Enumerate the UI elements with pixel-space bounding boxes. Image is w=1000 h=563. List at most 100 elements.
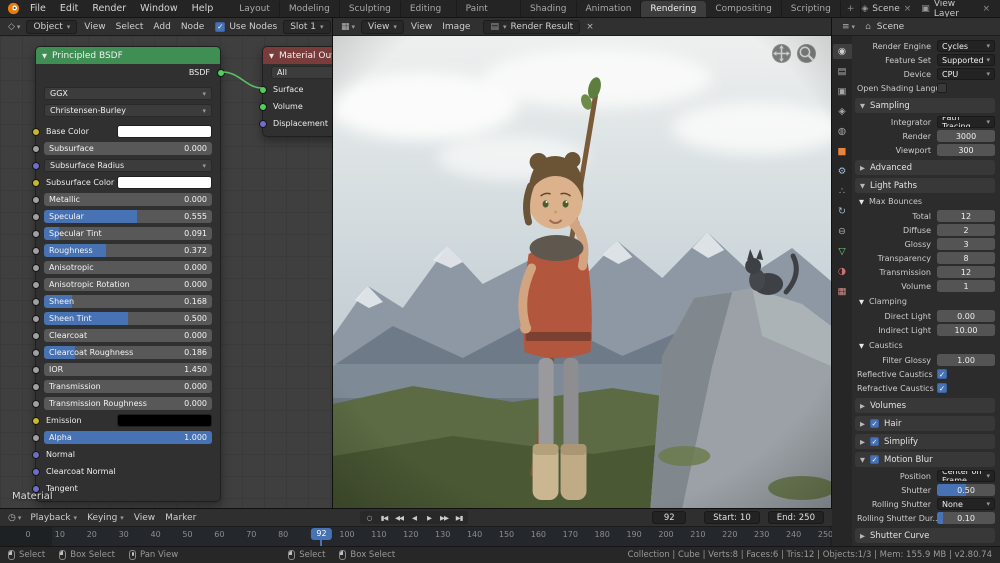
- playback-jump-to-end-button[interactable]: ▶▮: [452, 511, 466, 524]
- unlink-view-layer-button[interactable]: ×: [982, 4, 990, 14]
- workspace-tab-sculpting[interactable]: Sculpting: [340, 1, 401, 18]
- properties-tab-view-layer-icon[interactable]: ▣: [833, 84, 852, 99]
- specular-field[interactable]: Specular0.555: [44, 210, 212, 223]
- indirect-light-field[interactable]: 10.00: [937, 324, 995, 336]
- workspace-tab-uv-editing[interactable]: UV Editing: [401, 0, 457, 18]
- properties-tab-output-icon[interactable]: ▤: [833, 64, 852, 79]
- section-simplify[interactable]: ▶ ✓ Simplify: [855, 434, 995, 449]
- section-sampling[interactable]: ▼ Sampling: [855, 98, 995, 113]
- current-frame-badge[interactable]: 92: [311, 528, 331, 540]
- specular-tint-socket[interactable]: [32, 230, 40, 238]
- surface-socket[interactable]: [259, 86, 267, 94]
- workspace-tab-scripting[interactable]: Scripting: [782, 1, 841, 18]
- open-shading-language-checkbox[interactable]: [937, 83, 947, 93]
- menu-render[interactable]: Render: [85, 0, 133, 17]
- shader-mode-dropdown[interactable]: Object ▾: [26, 20, 77, 34]
- properties-tab-modifiers-icon[interactable]: ⚙: [833, 164, 852, 179]
- properties-tab-world-icon[interactable]: ◍: [833, 124, 852, 139]
- collapse-triangle-icon[interactable]: ▼: [42, 52, 47, 60]
- refractive-caustics-checkbox[interactable]: ✓: [937, 383, 947, 393]
- editor-type-properties-icon[interactable]: ≡▾: [838, 21, 859, 33]
- normal-socket[interactable]: [32, 451, 40, 459]
- subsurface-socket[interactable]: [32, 145, 40, 153]
- menu-node[interactable]: Node: [176, 22, 210, 32]
- filter-glossy-field[interactable]: 1.00: [937, 354, 995, 366]
- subsurface-field[interactable]: Subsurface0.000: [44, 142, 212, 155]
- playback-play-reverse-button[interactable]: ◀: [407, 511, 421, 524]
- integrator-field[interactable]: Path Tracing▾: [937, 116, 995, 128]
- playback-record-button[interactable]: ○: [362, 511, 376, 524]
- frame-start-field[interactable]: Start: 10: [704, 511, 759, 524]
- section-volumes[interactable]: ▶ Volumes: [855, 398, 995, 413]
- workspace-tab-layout[interactable]: Layout: [230, 1, 280, 18]
- clearcoat-socket[interactable]: [32, 332, 40, 340]
- anisotropic-rotation-socket[interactable]: [32, 281, 40, 289]
- total-field[interactable]: 12: [937, 210, 995, 222]
- clearcoat-normal-socket[interactable]: [32, 468, 40, 476]
- render-field[interactable]: 3000: [937, 130, 995, 142]
- motion-blur-checkbox[interactable]: ✓: [870, 455, 879, 464]
- transmission-roughness-field[interactable]: Transmission Roughness0.000: [44, 397, 212, 410]
- menu-help[interactable]: Help: [185, 0, 221, 17]
- properties-tab-object-data-icon[interactable]: ▽: [833, 244, 852, 259]
- device-field[interactable]: CPU▾: [937, 68, 995, 80]
- bsdf-output-socket[interactable]: [217, 69, 225, 77]
- emission-swatch[interactable]: [117, 414, 212, 427]
- editor-type-shader-icon[interactable]: ◇▾: [4, 21, 24, 33]
- shutter-field[interactable]: 0.50: [937, 484, 995, 496]
- distribution-dropdown[interactable]: GGX ▾: [44, 87, 212, 100]
- playback-play-button[interactable]: ▶: [422, 511, 436, 524]
- ior-field[interactable]: IOR1.450: [44, 363, 212, 376]
- properties-tab-scene-icon[interactable]: ◈: [833, 104, 852, 119]
- principled-bsdf-node[interactable]: ▼ Principled BSDF BSDF GGX ▾ Christensen…: [35, 46, 221, 502]
- sheen-field[interactable]: Sheen0.168: [44, 295, 212, 308]
- anisotropic-field[interactable]: Anisotropic0.000: [44, 261, 212, 274]
- transmission-socket[interactable]: [32, 383, 40, 391]
- direct-light-field[interactable]: 0.00: [937, 310, 995, 322]
- menu-playback[interactable]: Playback▾: [25, 513, 82, 523]
- properties-tab-physics-icon[interactable]: ↻: [833, 204, 852, 219]
- unlink-image-button[interactable]: ×: [582, 21, 598, 33]
- position-field[interactable]: Center on Frame▾: [937, 470, 995, 482]
- material-output-node[interactable]: ▼ Material Output All ▾ SurfaceVolumeDis…: [262, 46, 333, 137]
- properties-tab-particles-icon[interactable]: ∴: [833, 184, 852, 199]
- properties-tab-render-icon[interactable]: ◉: [833, 44, 852, 59]
- subsurface-radius-dropdown[interactable]: Subsurface Radius▾: [44, 159, 212, 172]
- workspace-tab-animation[interactable]: Animation: [577, 1, 642, 18]
- output-target-dropdown[interactable]: All ▾: [271, 66, 333, 79]
- timeline-ruler[interactable]: 0102030405060708010011012013014015016017…: [0, 527, 832, 546]
- playback-next-keyframe-button[interactable]: ▶▶: [437, 511, 451, 524]
- anisotropic-socket[interactable]: [32, 264, 40, 272]
- playhead-line[interactable]: [320, 539, 322, 546]
- menu-select[interactable]: Select: [111, 22, 149, 32]
- properties-tab-texture-icon[interactable]: ▦: [833, 284, 852, 299]
- base-color-socket[interactable]: [32, 128, 40, 136]
- properties-tab-material-icon[interactable]: ◑: [833, 264, 852, 279]
- section-hair[interactable]: ▶ ✓ Hair: [855, 416, 995, 431]
- playback-previous-keyframe-button[interactable]: ◀◀: [392, 511, 406, 524]
- rolling-shutter-field[interactable]: None▾: [937, 498, 995, 510]
- volume-socket[interactable]: [259, 103, 267, 111]
- anisotropic-rotation-field[interactable]: Anisotropic Rotation0.000: [44, 278, 212, 291]
- simplify-checkbox[interactable]: ✓: [870, 437, 879, 446]
- clearcoat-field[interactable]: Clearcoat0.000: [44, 329, 212, 342]
- workspace-tab-texture-paint[interactable]: Texture Paint: [457, 0, 521, 18]
- workspace-tab-rendering[interactable]: Rendering: [641, 1, 706, 18]
- ior-socket[interactable]: [32, 366, 40, 374]
- menu-view[interactable]: View: [129, 513, 160, 523]
- subsection-max-bounces[interactable]: ▼ Max Bounces: [855, 195, 995, 208]
- clearcoat-roughness-field[interactable]: Clearcoat Roughness0.186: [44, 346, 212, 359]
- editor-type-image-icon[interactable]: ▦▾: [337, 21, 359, 33]
- hair-checkbox[interactable]: ✓: [870, 419, 879, 428]
- clearcoat-roughness-socket[interactable]: [32, 349, 40, 357]
- sheen-socket[interactable]: [32, 298, 40, 306]
- section-light-paths[interactable]: ▼ Light Paths: [855, 178, 995, 193]
- viewport-field[interactable]: 300: [937, 144, 995, 156]
- specular-socket[interactable]: [32, 213, 40, 221]
- base-color-swatch[interactable]: [117, 125, 212, 138]
- glossy-field[interactable]: 3: [937, 238, 995, 250]
- properties-tab-object-icon[interactable]: ■: [833, 144, 852, 159]
- subsection-caustics[interactable]: ▼ Caustics: [855, 339, 995, 352]
- workspace-tab-compositing[interactable]: Compositing: [706, 1, 781, 18]
- subsurface-method-dropdown[interactable]: Christensen-Burley ▾: [44, 104, 212, 117]
